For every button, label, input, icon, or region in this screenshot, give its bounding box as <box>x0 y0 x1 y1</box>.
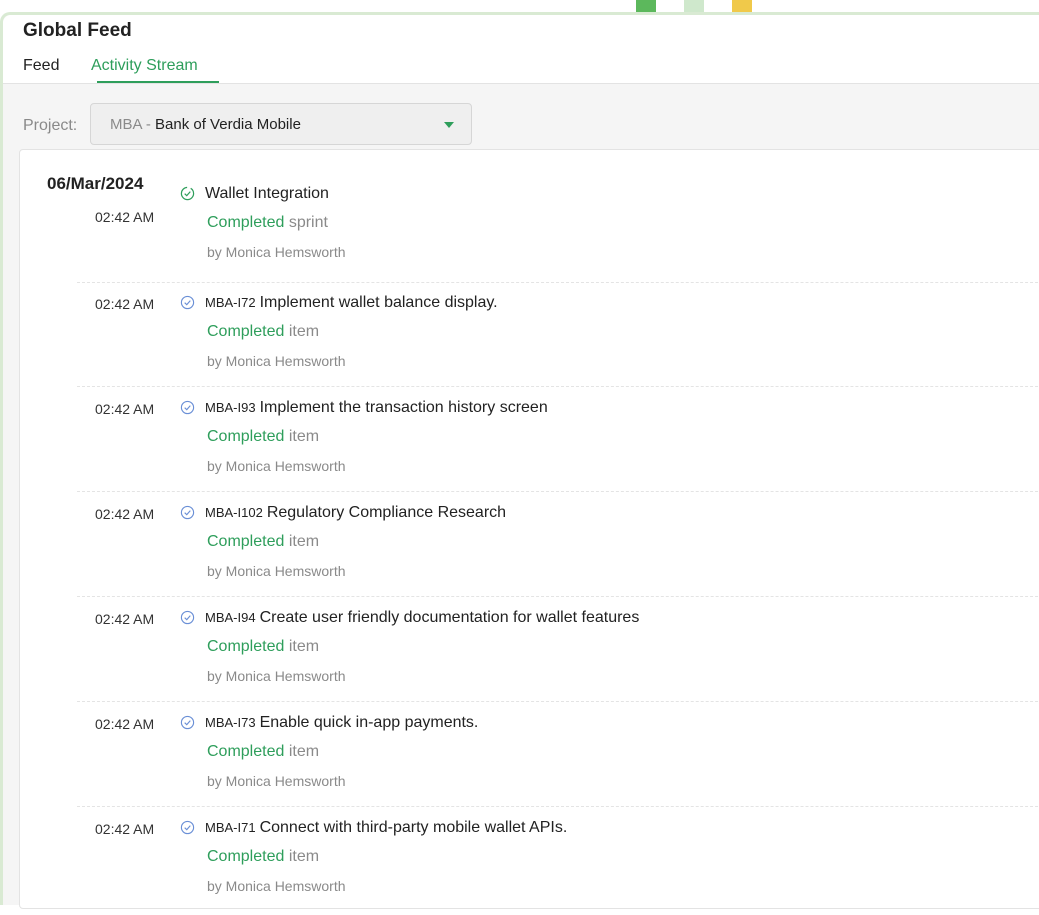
entry-divider <box>77 701 1039 703</box>
entry-type: item <box>288 638 320 655</box>
entry-title[interactable]: Connect with third-party mobile wallet A… <box>260 819 568 836</box>
entry-time: 02:42 AM <box>95 209 155 225</box>
entry-title[interactable]: Enable quick in-app payments. <box>260 714 479 731</box>
light-green-strip <box>684 0 704 12</box>
entry-time: 02:42 AM <box>95 821 155 837</box>
activity-entry: 02:42 AM MBA-I102 Regulatory Compliance R… <box>20 495 1039 600</box>
entry-status: Completed <box>207 638 285 655</box>
activity-entry: 02:42 AM MBA-I93 Implement the transactio… <box>20 390 1039 495</box>
entry-title-line: MBA-I102 Regulatory Compliance Research <box>205 504 506 522</box>
tab-activity-stream[interactable]: Activity Stream <box>91 57 198 75</box>
item-check-icon <box>180 400 195 415</box>
entry-divider <box>77 282 1039 284</box>
entry-title[interactable]: Implement wallet balance display. <box>260 294 498 311</box>
tab-feed[interactable]: Feed <box>23 57 59 75</box>
entry-status: Completed <box>207 743 285 760</box>
yellow-strip <box>732 0 752 12</box>
entry-title[interactable]: Wallet Integration <box>205 185 329 202</box>
entry-action: Completed sprint <box>207 214 328 232</box>
entry-author: by Monica Hemsworth <box>207 353 346 369</box>
activity-entry: 02:42 AM MBA-I73 Enable quick in-app paym… <box>20 705 1039 810</box>
project-select[interactable]: MBA - Bank of Verdia Mobile <box>90 103 472 145</box>
entry-title-line: MBA-I72 Implement wallet balance display. <box>205 294 498 312</box>
entry-author: by Monica Hemsworth <box>207 244 346 260</box>
item-check-icon <box>180 295 195 310</box>
item-code[interactable]: MBA-I73 <box>205 715 256 730</box>
entry-title[interactable]: Create user friendly documentation for w… <box>260 609 640 626</box>
item-code[interactable]: MBA-I94 <box>205 610 256 625</box>
entry-title[interactable]: Regulatory Compliance Research <box>267 504 506 521</box>
entry-title-line: Wallet Integration <box>205 185 329 203</box>
item-code[interactable]: MBA-I72 <box>205 295 256 310</box>
panel-header: Global Feed Feed Activity Stream <box>3 15 1039 84</box>
entry-divider <box>77 491 1039 493</box>
entry-time: 02:42 AM <box>95 506 155 522</box>
entry-author: by Monica Hemsworth <box>207 878 346 894</box>
entry-action: Completed item <box>207 323 319 341</box>
project-name: Bank of Verdia Mobile <box>155 116 301 133</box>
item-check-icon <box>180 610 195 625</box>
entry-time: 02:42 AM <box>95 296 155 312</box>
activity-entry: 02:42 AM MBA-I71 Connect with third-party… <box>20 810 1039 915</box>
item-check-icon <box>180 715 195 730</box>
top-color-strips <box>0 0 1039 12</box>
item-check-icon <box>180 505 195 520</box>
entry-title[interactable]: Implement the transaction history screen <box>260 399 548 416</box>
item-code[interactable]: MBA-I93 <box>205 400 256 415</box>
entry-status: Completed <box>207 533 285 550</box>
entry-divider <box>77 806 1039 808</box>
entry-title-line: MBA-I93 Implement the transaction history… <box>205 399 548 417</box>
entry-type: item <box>288 743 320 760</box>
entry-author: by Monica Hemsworth <box>207 668 346 684</box>
entry-action: Completed item <box>207 638 319 656</box>
entry-action: Completed item <box>207 743 319 761</box>
entry-time: 02:42 AM <box>95 716 155 732</box>
entry-time: 02:42 AM <box>95 611 155 627</box>
entry-type: item <box>288 323 320 340</box>
green-strip <box>636 0 656 12</box>
entry-type: sprint <box>288 214 328 231</box>
entry-title-line: MBA-I73 Enable quick in-app payments. <box>205 714 478 732</box>
entry-status: Completed <box>207 428 285 445</box>
entry-divider <box>77 386 1039 388</box>
entry-author: by Monica Hemsworth <box>207 458 346 474</box>
activity-stream-card: 06/Mar/2024 02:42 AM Wallet Integration … <box>19 149 1039 909</box>
entry-action: Completed item <box>207 428 319 446</box>
sprint-check-icon <box>180 186 195 201</box>
entry-type: item <box>288 533 320 550</box>
activity-entry: 02:42 AM Wallet Integration Completed sp… <box>20 176 1039 281</box>
entry-status: Completed <box>207 214 285 231</box>
item-code[interactable]: MBA-I102 <box>205 505 263 520</box>
page-title: Global Feed <box>23 20 132 41</box>
item-check-icon <box>180 820 195 835</box>
project-label: Project: <box>23 117 78 134</box>
entry-status: Completed <box>207 323 285 340</box>
item-code[interactable]: MBA-I71 <box>205 820 256 835</box>
entry-type: item <box>288 848 320 865</box>
project-filter: Project: MBA - Bank of Verdia Mobile <box>3 103 1039 149</box>
entry-time: 02:42 AM <box>95 401 155 417</box>
entry-divider <box>77 596 1039 598</box>
activity-entry: 02:42 AM MBA-I72 Implement wallet balance… <box>20 285 1039 390</box>
entry-action: Completed item <box>207 533 319 551</box>
entry-action: Completed item <box>207 848 319 866</box>
project-code: MBA - <box>110 116 156 133</box>
entry-title-line: MBA-I94 Create user friendly documentatio… <box>205 609 639 627</box>
entry-author: by Monica Hemsworth <box>207 773 346 789</box>
active-tab-indicator <box>97 81 219 83</box>
chevron-down-icon <box>444 122 454 128</box>
activity-entry: 02:42 AM MBA-I94 Create user friendly doc… <box>20 600 1039 705</box>
entry-status: Completed <box>207 848 285 865</box>
project-select-value: MBA - Bank of Verdia Mobile <box>110 116 301 133</box>
entry-type: item <box>288 428 320 445</box>
entry-author: by Monica Hemsworth <box>207 563 346 579</box>
entry-title-line: MBA-I71 Connect with third-party mobile w… <box>205 819 567 837</box>
